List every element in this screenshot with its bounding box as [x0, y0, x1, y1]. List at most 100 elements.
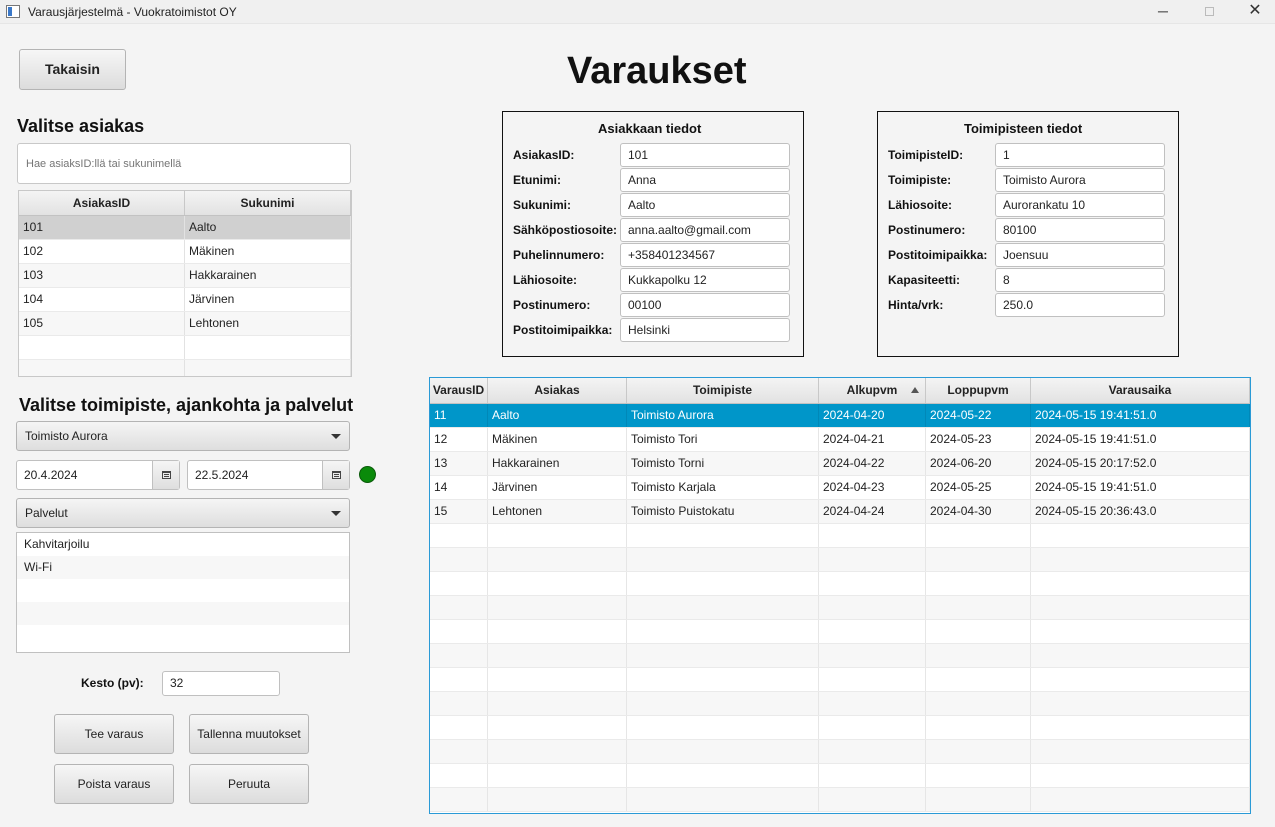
cell-varausid: 15 [430, 500, 488, 523]
empty-cell [1031, 644, 1250, 667]
empty-cell [430, 524, 488, 547]
empty-cell [1031, 716, 1250, 739]
table-row[interactable]: 12 Mäkinen Toimisto Tori 2024-04-21 2024… [430, 428, 1250, 452]
empty-row [430, 524, 1250, 548]
chevron-down-icon [331, 511, 341, 516]
end-date-calendar-button[interactable] [322, 461, 349, 489]
email-field[interactable]: anna.aalto@gmail.com [620, 218, 790, 242]
table-row[interactable]: 13 Hakkarainen Toimisto Torni 2024-04-22… [430, 452, 1250, 476]
column-header-asiakas[interactable]: Asiakas [488, 378, 627, 403]
services-select[interactable]: Palvelut [16, 498, 350, 528]
table-row[interactable]: 103 Hakkarainen [19, 264, 351, 288]
cell-toimipiste: Toimisto Aurora [627, 404, 819, 427]
cell-asiakasid: 102 [19, 240, 185, 263]
empty-cell [926, 716, 1031, 739]
customer-id-field[interactable]: 101 [620, 143, 790, 167]
empty-cell [1031, 788, 1250, 811]
empty-cell [926, 668, 1031, 691]
empty-row [19, 360, 351, 376]
office-name-field[interactable]: Toimisto Aurora [995, 168, 1165, 192]
cell-varausid: 14 [430, 476, 488, 499]
list-item[interactable]: Wi-Fi [17, 556, 349, 579]
empty-cell [488, 692, 627, 715]
cell-alkupvm: 2024-04-24 [819, 500, 926, 523]
table-row[interactable]: 105 Lehtonen [19, 312, 351, 336]
services-select-value: Palvelut [25, 506, 68, 520]
office-address-field[interactable]: Aurorankatu 10 [995, 193, 1165, 217]
customer-search-input[interactable] [17, 143, 351, 184]
column-header-alkupvm[interactable]: Alkupvm [819, 378, 926, 403]
delete-reservation-button[interactable]: Poista varaus [54, 764, 174, 804]
empty-cell [926, 572, 1031, 595]
empty-cell [926, 620, 1031, 643]
empty-cell [430, 692, 488, 715]
end-date-picker[interactable]: 22.5.2024 [187, 460, 350, 490]
empty-cell [627, 572, 819, 595]
column-header-varausaika[interactable]: Varausaika [1031, 378, 1250, 403]
list-item[interactable]: Kahvitarjoilu [17, 533, 349, 556]
column-header-varausid[interactable]: VarausID [430, 378, 488, 403]
window-title: Varausjärjestelmä - Vuokratoimistot OY [28, 5, 237, 19]
reservations-table: VarausID Asiakas Toimipiste Alkupvm Lopp… [429, 377, 1251, 814]
start-date-picker[interactable]: 20.4.2024 [16, 460, 180, 490]
column-header-asiakasid[interactable]: AsiakasID [19, 191, 185, 215]
page-title: Varaukset [567, 50, 747, 92]
office-name-label: Toimipiste: [888, 173, 952, 187]
cell-alkupvm: 2024-04-21 [819, 428, 926, 451]
street-address-field[interactable]: Kukkapolku 12 [620, 268, 790, 292]
maximize-button[interactable] [1186, 0, 1232, 24]
empty-cell [19, 336, 185, 359]
empty-row [430, 692, 1250, 716]
customer-table-header: AsiakasID Sukunimi [19, 191, 351, 216]
empty-row [19, 336, 351, 360]
city-field[interactable]: Helsinki [620, 318, 790, 342]
table-row[interactable]: 14 Järvinen Toimisto Karjala 2024-04-23 … [430, 476, 1250, 500]
price-per-day-field[interactable]: 250.0 [995, 293, 1165, 317]
office-city-field[interactable]: Joensuu [995, 243, 1165, 267]
duration-field[interactable]: 32 [162, 671, 280, 696]
postal-code-field[interactable]: 00100 [620, 293, 790, 317]
empty-row [430, 668, 1250, 692]
empty-cell [627, 644, 819, 667]
table-row[interactable]: 102 Mäkinen [19, 240, 351, 264]
column-header-loppupvm[interactable]: Loppupvm [926, 378, 1031, 403]
office-id-field[interactable]: 1 [995, 143, 1165, 167]
office-postal-code-field[interactable]: 80100 [995, 218, 1165, 242]
cell-sukunimi: Mäkinen [185, 240, 351, 263]
table-row[interactable]: 11 Aalto Toimisto Aurora 2024-04-20 2024… [430, 404, 1250, 428]
make-reservation-button[interactable]: Tee varaus [54, 714, 174, 754]
last-name-label: Sukunimi: [513, 198, 572, 212]
close-button[interactable]: ✕ [1232, 0, 1275, 24]
cell-asiakas: Lehtonen [488, 500, 627, 523]
capacity-field[interactable]: 8 [995, 268, 1165, 292]
table-row[interactable]: 15 Lehtonen Toimisto Puistokatu 2024-04-… [430, 500, 1250, 524]
cancel-button[interactable]: Peruuta [189, 764, 309, 804]
empty-cell [430, 596, 488, 619]
phone-field[interactable]: +358401234567 [620, 243, 790, 267]
duration-label: Kesto (pv): [81, 676, 144, 690]
empty-cell [819, 620, 926, 643]
column-header-toimipiste[interactable]: Toimipiste [627, 378, 819, 403]
back-button[interactable]: Takaisin [19, 49, 126, 90]
price-per-day-label: Hinta/vrk: [888, 298, 944, 312]
empty-cell [430, 644, 488, 667]
empty-cell [627, 668, 819, 691]
empty-row [430, 596, 1250, 620]
first-name-field[interactable]: Anna [620, 168, 790, 192]
empty-cell [1031, 524, 1250, 547]
save-changes-button[interactable]: Tallenna muutokset [189, 714, 309, 754]
street-address-label: Lähiosoite: [513, 273, 578, 287]
cell-asiakasid: 101 [19, 216, 185, 239]
empty-cell [430, 572, 488, 595]
table-row[interactable]: 101 Aalto [19, 216, 351, 240]
start-date-calendar-button[interactable] [152, 461, 179, 489]
column-header-sukunimi[interactable]: Sukunimi [185, 191, 351, 215]
last-name-field[interactable]: Aalto [620, 193, 790, 217]
availability-status-indicator [359, 466, 376, 483]
minimize-button[interactable]: ─ [1140, 0, 1186, 24]
table-row[interactable]: 104 Järvinen [19, 288, 351, 312]
cell-loppupvm: 2024-06-20 [926, 452, 1031, 475]
empty-cell [819, 596, 926, 619]
cell-asiakas: Mäkinen [488, 428, 627, 451]
office-select[interactable]: Toimisto Aurora [16, 421, 350, 451]
